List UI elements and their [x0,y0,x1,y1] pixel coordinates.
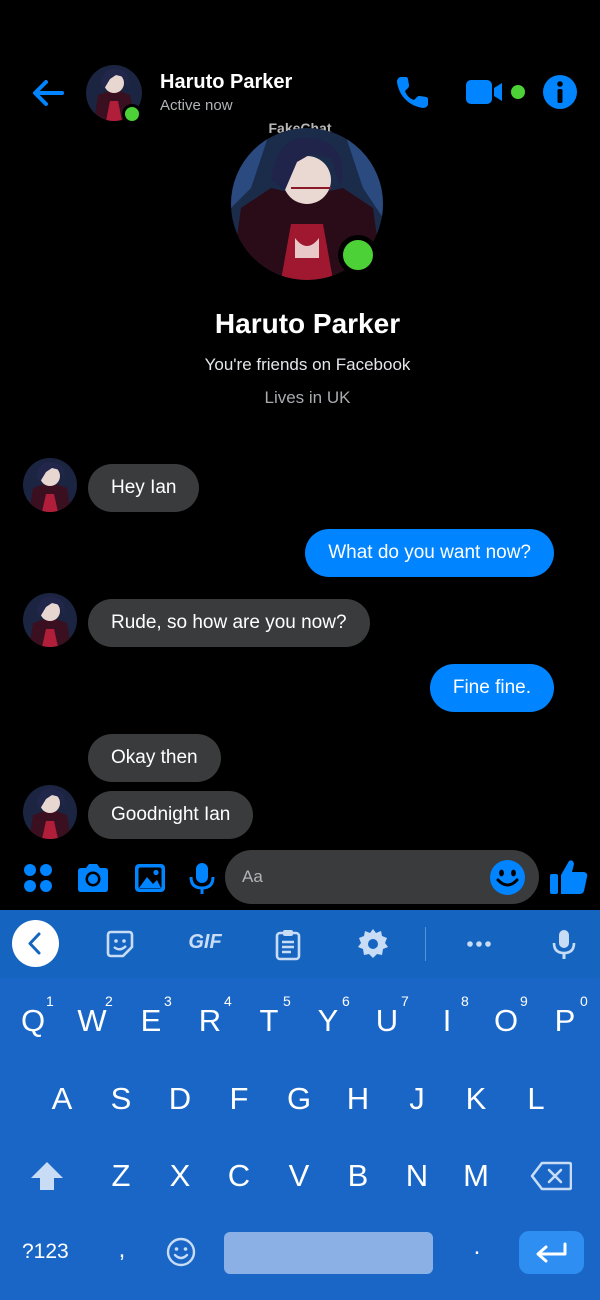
more-icon[interactable] [462,927,496,961]
message-bubble-outgoing[interactable]: Fine fine. [429,664,554,712]
active-status: Active now [160,97,233,114]
message-bubble-incoming[interactable]: Goodnight Ian [88,791,254,839]
key-number-hint: 0 [580,993,588,1009]
enter-arrow-icon [536,1242,567,1263]
video-camera-icon[interactable] [464,77,530,107]
phone-icon[interactable] [393,72,433,112]
message-input[interactable]: Aa [225,850,539,904]
enter-key[interactable] [519,1231,584,1274]
key-k[interactable]: K [451,1081,501,1117]
key-comma[interactable]: , [97,1236,147,1264]
contact-name[interactable]: Haruto Parker [160,71,292,94]
voice-input-icon[interactable] [547,927,581,961]
key-number-hint: 9 [520,993,528,1009]
key-number-hint: 1 [46,993,54,1009]
profile-name: Haruto Parker [214,308,401,339]
message-bubble-outgoing[interactable]: What do you want now? [305,529,554,577]
gear-icon[interactable] [356,927,390,961]
key-n[interactable]: N [392,1158,442,1194]
microphone-icon[interactable] [184,860,220,896]
key-j[interactable]: J [392,1081,442,1117]
key-number-hint: 4 [224,993,232,1009]
key-l[interactable]: L [511,1081,561,1117]
key-number-hint: 8 [461,993,469,1009]
key-period[interactable]: . [452,1233,502,1261]
profile-online-indicator [338,235,378,275]
key-x[interactable]: X [155,1158,205,1194]
message-avatar[interactable] [23,458,77,512]
clipboard-icon[interactable] [271,927,305,961]
image-icon[interactable] [132,860,168,896]
keyboard-emoji-icon[interactable] [165,1236,197,1268]
apps-grid-icon[interactable] [20,860,56,896]
keyboard: Q 1 W 2 E 3 R 4 T 5 Y 6 U 7 I 8 O 9 P 0 … [0,978,600,1300]
chat-header: Haruto Parker Active now [0,55,600,130]
message-composer: Aa [0,848,600,908]
message-avatar[interactable] [23,785,77,839]
toolbar-divider [425,927,426,961]
symbols-key[interactable]: ?123 [22,1240,69,1264]
location-text: Lives in UK [264,388,351,407]
thumbs-up-icon[interactable] [548,856,590,898]
emoji-icon[interactable] [489,859,526,896]
keyboard-collapse-button[interactable] [12,920,59,967]
keyboard-toolbar: GIF [0,910,600,978]
info-icon[interactable] [541,73,579,111]
key-number-hint: 5 [283,993,291,1009]
key-d[interactable]: D [155,1081,205,1117]
sticker-icon[interactable] [103,927,137,961]
message-bubble-incoming[interactable]: Okay then [88,734,221,782]
back-arrow-icon[interactable] [28,73,68,113]
key-b[interactable]: B [333,1158,383,1194]
key-h[interactable]: H [333,1081,383,1117]
message-bubble-incoming[interactable]: Rude, so how are you now? [88,599,370,647]
shift-icon[interactable] [29,1160,65,1192]
gif-button[interactable]: GIF [184,931,226,965]
space-bar[interactable] [224,1232,433,1274]
key-number-hint: 2 [105,993,113,1009]
backspace-icon[interactable] [530,1161,572,1191]
key-s[interactable]: S [96,1081,146,1117]
message-bubble-incoming[interactable]: Hey Ian [88,464,200,512]
key-c[interactable]: C [214,1158,264,1194]
friends-status: You're friends on Facebook [204,355,411,374]
message-avatar[interactable] [23,593,77,647]
key-a[interactable]: A [37,1081,87,1117]
key-m[interactable]: M [451,1158,501,1194]
key-number-hint: 3 [164,993,172,1009]
key-number-hint: 7 [401,993,409,1009]
camera-icon[interactable] [75,860,111,896]
input-placeholder: Aa [242,867,263,886]
chevron-left-icon [28,932,41,955]
key-g[interactable]: G [274,1081,324,1117]
key-z[interactable]: Z [96,1158,146,1194]
key-number-hint: 6 [342,993,350,1009]
key-v[interactable]: V [274,1158,324,1194]
key-f[interactable]: F [214,1081,264,1117]
